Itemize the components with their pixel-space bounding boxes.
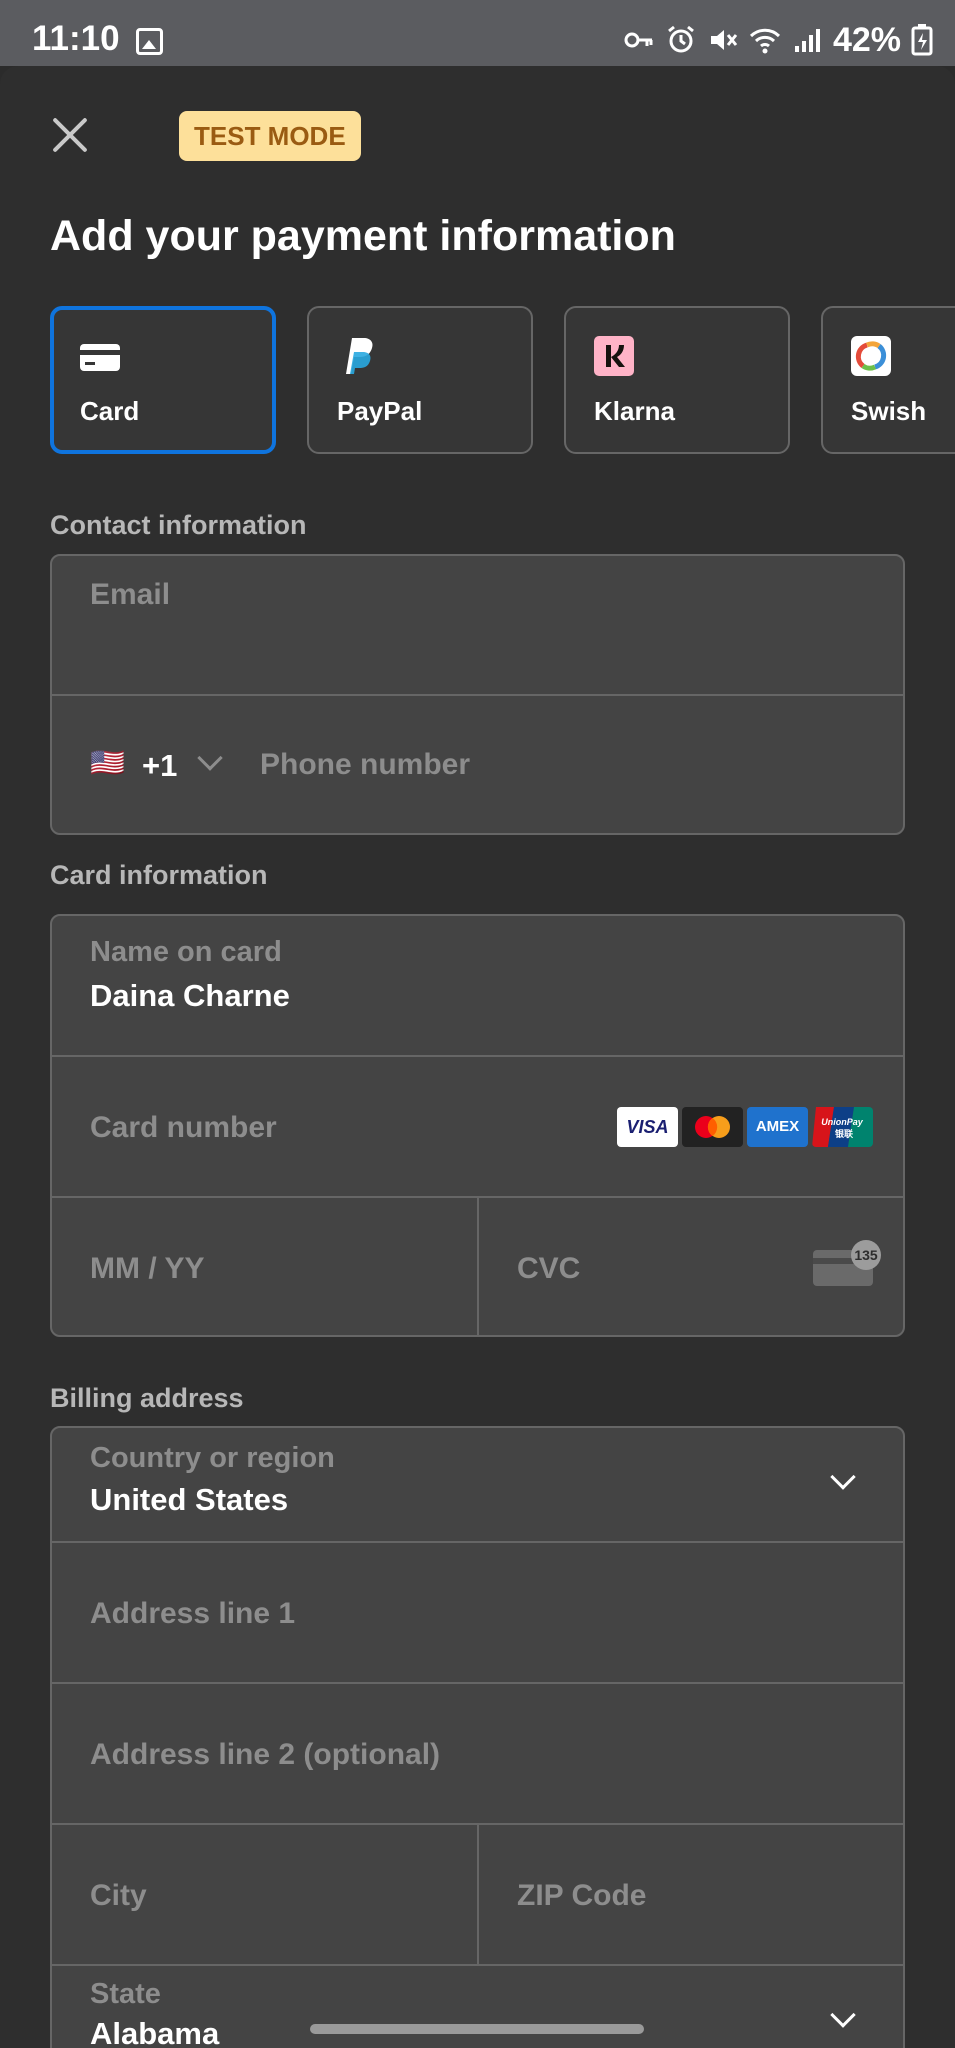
gallery-icon: [136, 28, 163, 55]
payment-method-label: Klarna: [594, 396, 675, 426]
amex-icon: AMEX: [747, 1107, 808, 1147]
alarm-icon: [668, 25, 694, 53]
mastercard-icon: [682, 1107, 743, 1147]
address-line1-field[interactable]: Address line 1: [52, 1543, 903, 1684]
address-line1-placeholder: Address line 1: [90, 1597, 296, 1630]
state-label: State: [90, 1978, 161, 2010]
status-time: 11:10: [32, 19, 120, 58]
country-select[interactable]: Country or region United States: [52, 1428, 903, 1543]
phone-field[interactable]: 🇺🇸 +1 Phone number: [52, 696, 903, 833]
swish-icon: [851, 336, 891, 376]
phone-country-code[interactable]: +1: [142, 748, 177, 784]
mute-icon: [710, 30, 738, 50]
name-on-card-label: Name on card: [90, 936, 282, 968]
payment-method-card[interactable]: Card: [50, 306, 276, 454]
zip-field[interactable]: ZIP Code: [479, 1825, 903, 1966]
status-icons: 42%: [623, 20, 933, 60]
payment-method-label: PayPal: [337, 396, 423, 426]
cvc-placeholder: CVC: [517, 1252, 581, 1285]
vpn-key-icon: [624, 32, 653, 48]
visa-icon: VISA: [617, 1107, 678, 1147]
page-title: Add your payment information: [50, 212, 676, 260]
card-fields: Name on card Daina Charne Card number VI…: [50, 914, 905, 1337]
signal-icon: [794, 29, 820, 52]
status-bar: 11:10 42%: [0, 0, 955, 66]
country-value: United States: [90, 1482, 289, 1517]
billing-fields: Country or region United States Address …: [50, 1426, 905, 2048]
wifi-icon: [749, 28, 780, 54]
payment-method-klarna[interactable]: Klarna: [564, 306, 790, 454]
cvc-field[interactable]: CVC 135: [479, 1198, 903, 1335]
email-placeholder: Email: [90, 578, 171, 611]
cvc-card-icon: 135: [813, 1240, 881, 1288]
payment-method-label: Swish: [851, 396, 927, 426]
unionpay-icon: UnionPay银联: [812, 1107, 873, 1147]
cvc-hint: 135: [851, 1240, 881, 1270]
city-placeholder: City: [90, 1879, 147, 1912]
name-on-card-value: Daina Charne: [90, 978, 290, 1013]
state-select[interactable]: State Alabama: [52, 1966, 903, 2048]
expiry-field[interactable]: MM / YY: [52, 1198, 479, 1335]
contact-fields: Email 🇺🇸 +1 Phone number: [50, 554, 905, 835]
payment-method-paypal[interactable]: PayPal: [307, 306, 533, 454]
card-section-label: Card information: [50, 860, 268, 890]
phone-placeholder: Phone number: [260, 748, 471, 781]
chevron-down-icon[interactable]: [197, 745, 223, 771]
paypal-icon: [346, 338, 373, 374]
zip-placeholder: ZIP Code: [517, 1879, 647, 1912]
card-number-field[interactable]: Card number VISA AMEX UnionPay 银联: [52, 1057, 903, 1198]
battery-level: 42%: [832, 20, 901, 59]
name-on-card-field[interactable]: Name on card Daina Charne: [52, 916, 903, 1057]
payment-method-swish[interactable]: Swish: [821, 306, 955, 454]
svg-text:UnionPay: UnionPay: [821, 1117, 864, 1127]
chevron-down-icon[interactable]: [830, 1464, 856, 1490]
state-value: Alabama: [90, 2016, 220, 2048]
card-icon: [80, 344, 120, 371]
us-flag-icon: 🇺🇸: [90, 747, 125, 778]
test-mode-badge: TEST MODE: [179, 111, 361, 161]
chevron-down-icon[interactable]: [830, 2002, 856, 2028]
card-number-placeholder: Card number: [90, 1111, 277, 1144]
country-label: Country or region: [90, 1442, 335, 1474]
address-line2-field[interactable]: Address line 2 (optional): [52, 1684, 903, 1825]
payment-method-label: Card: [80, 396, 140, 426]
payment-method-tabs: Card PayPal Klarna Swish: [50, 306, 955, 456]
address-line2-placeholder: Address line 2 (optional): [90, 1738, 441, 1771]
contact-section-label: Contact information: [50, 510, 307, 540]
billing-section-label: Billing address: [50, 1383, 244, 1413]
klarna-icon: [594, 336, 634, 376]
email-field[interactable]: Email: [52, 556, 903, 696]
home-indicator[interactable]: [310, 2024, 644, 2034]
battery-charging-icon: [911, 24, 933, 56]
close-button[interactable]: [48, 114, 92, 158]
card-brand-logos: VISA AMEX UnionPay 银联: [617, 1107, 877, 1147]
svg-text:银联: 银联: [835, 1128, 854, 1140]
expiry-placeholder: MM / YY: [90, 1252, 205, 1285]
city-field[interactable]: City: [52, 1825, 479, 1966]
